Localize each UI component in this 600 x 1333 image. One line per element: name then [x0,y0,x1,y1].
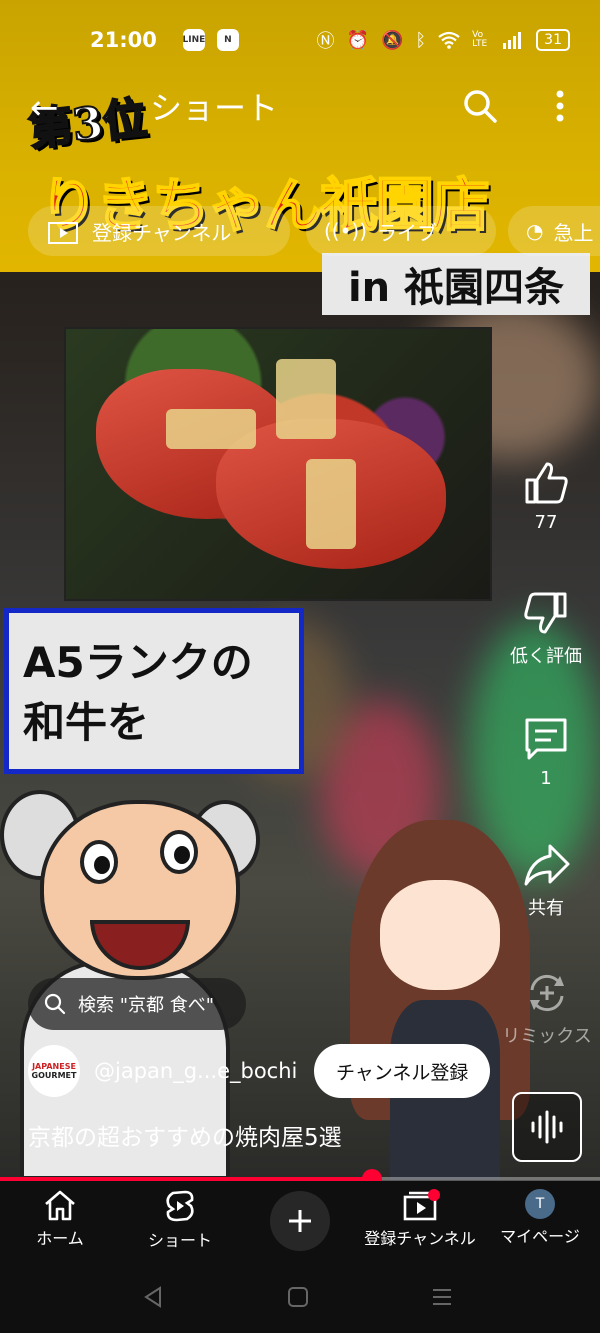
back-arrow-icon[interactable]: ← [30,88,59,128]
search-icon[interactable] [462,88,498,124]
nav-label: マイページ [500,1227,580,1246]
remix-label: リミックス [502,1026,592,1047]
shorts-header: ← ショート [0,80,600,136]
caption-line: A5ランクの [23,638,253,687]
subscribe-button[interactable]: チャンネル登録 [314,1044,491,1098]
channel-row: JAPANESE GOURMET @japan_g...e_bochi チャンネ… [28,1044,508,1098]
avatar-text: GOURMET [31,1071,77,1080]
wifi-icon [438,31,460,49]
comment-icon [525,718,567,760]
dislike-button[interactable]: 低く評価 [508,590,584,668]
volte-icon: Vo LTE [472,30,488,49]
mute-icon: 🔕 [380,29,404,51]
home-icon [45,1190,75,1221]
nfc-icon: Ⓝ [316,31,335,52]
chip-label: ライブ [377,220,438,245]
create-button[interactable] [270,1191,330,1251]
girl-face [380,880,500,990]
shorts-icon [166,1190,194,1222]
nav-label: 登録チャンネル [364,1229,476,1248]
video-title[interactable]: 京都の超おすすめの焼肉屋5選 [28,1118,342,1152]
nav-subscriptions[interactable]: 登録チャンネル [350,1189,490,1249]
gold-leaf [276,359,336,439]
sound-button[interactable] [512,1092,582,1162]
subscriptions-icon [48,222,78,244]
sound-wave-icon [531,1110,563,1144]
chip-label: 登録チャンネル [92,220,232,245]
gold-leaf [166,409,256,449]
avatar-text: JAPANESE [32,1062,76,1071]
gold-leaf [306,459,356,549]
channel-handle[interactable]: @japan_g...e_bochi [94,1059,297,1083]
chip-subscriptions[interactable]: 登録チャンネル [28,206,290,256]
system-nav [0,1263,600,1333]
share-label: 共有 [528,898,564,919]
signal-icon [503,32,522,49]
recents-menu-icon[interactable] [430,1285,454,1309]
chip-trending[interactable]: ◔ 急上 [508,206,600,256]
search-suggestion[interactable]: 検索 "京都 食べ" [28,978,246,1030]
battery-indicator: 31 [536,29,570,51]
more-vert-icon[interactable] [548,86,572,126]
remix-button[interactable]: リミックス [494,970,600,1048]
news-icon: N [216,29,239,51]
like-count: 77 [534,512,558,533]
share-button[interactable]: 共有 [508,842,584,920]
wagyu-photo [64,327,492,601]
like-button[interactable]: 77 [508,460,584,533]
caption-box: A5ランクの 和牛を [4,608,304,774]
chip-live[interactable]: ((•)) ライブ [306,206,496,256]
professor-eye [160,830,198,874]
create-icon [289,1210,311,1232]
nav-shorts[interactable]: ショート [110,1189,250,1251]
share-icon [524,844,570,886]
search-suggestion-text: 検索 "京都 食べ" [78,995,215,1016]
location-label: in 祇園四条 [322,253,590,315]
bottom-nav: ホーム ショート 登録チャンネル T マイページ [0,1181,600,1263]
home-square-icon[interactable] [286,1285,310,1309]
comment-count: 1 [540,768,552,789]
nav-my-page[interactable]: T マイページ [470,1189,600,1247]
page-title: ショート [150,89,279,127]
thumbs-up-icon [525,462,568,504]
professor-eye [80,840,118,884]
status-bar: 21:00 LINE N Ⓝ ⏰ 🔕 ᛒ Vo LTE 31 [0,0,600,80]
notification-dot [428,1189,440,1201]
nav-label: ホーム [36,1229,84,1248]
remix-icon [530,974,564,1012]
back-triangle-icon[interactable] [142,1285,166,1309]
comments-button[interactable]: 1 [508,716,584,789]
chip-label: 急上 [553,220,594,245]
channel-avatar[interactable]: JAPANESE GOURMET [28,1045,80,1097]
dislike-label: 低く評価 [510,646,582,667]
nav-label: ショート [147,1231,212,1250]
thumbs-down-icon [524,592,567,634]
live-icon: ((•)) [324,219,368,243]
avatar: T [525,1189,555,1219]
status-time: 21:00 [90,28,157,52]
status-indicators: Ⓝ ⏰ 🔕 ᛒ Vo LTE 31 [317,27,570,53]
alarm-icon: ⏰ [346,29,369,51]
search-icon [44,993,66,1015]
trending-icon: ◔ [526,219,544,243]
bluetooth-icon: ᛒ [415,29,427,51]
line-icon: LINE [182,29,205,51]
caption-line: 和牛を [23,698,150,747]
